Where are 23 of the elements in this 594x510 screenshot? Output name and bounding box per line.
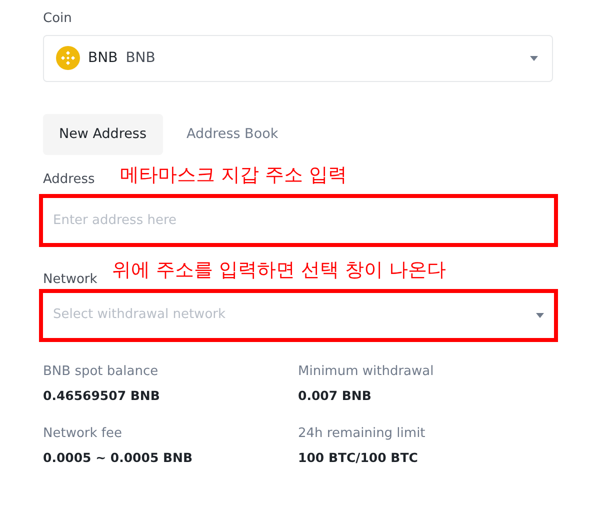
stat-value: 0.007 BNB — [298, 387, 372, 405]
caret-icon — [530, 56, 538, 60]
field-label: Coin — [43, 10, 73, 28]
caret-icon — [536, 312, 544, 318]
stat-label: Network fee — [43, 424, 123, 443]
coin-icon — [56, 46, 80, 70]
stat-label: 24h remaining limit — [298, 424, 426, 443]
annotation-text: 메타마스크 지갑 주소 입력 — [120, 164, 348, 186]
coin-select[interactable]: BNB BNB — [43, 34, 553, 82]
stat-value: 0.0005 ~ 0.0005 BNB — [43, 449, 194, 468]
annotation-text: 위에 주소를 입력하면 선택 창이 나온다 — [112, 258, 446, 280]
field-label: Address — [43, 171, 96, 189]
stat-label: BNB spot balance — [43, 362, 160, 380]
stat-label: Minimum withdrawal — [298, 362, 435, 380]
placeholder-text: Select withdrawal network — [53, 306, 226, 324]
field-label: Network — [43, 271, 98, 289]
coin-symbol: BNB — [88, 48, 118, 68]
tab[interactable]: New Address — [43, 114, 162, 154]
stat-value: 100 BTC/100 BTC — [298, 449, 419, 468]
stat-value: 0.46569507 BNB — [43, 387, 161, 405]
coin-name: BNB — [126, 48, 156, 68]
tab[interactable]: Address Book — [170, 114, 294, 154]
address-field[interactable]: Enter address here — [39, 194, 558, 246]
